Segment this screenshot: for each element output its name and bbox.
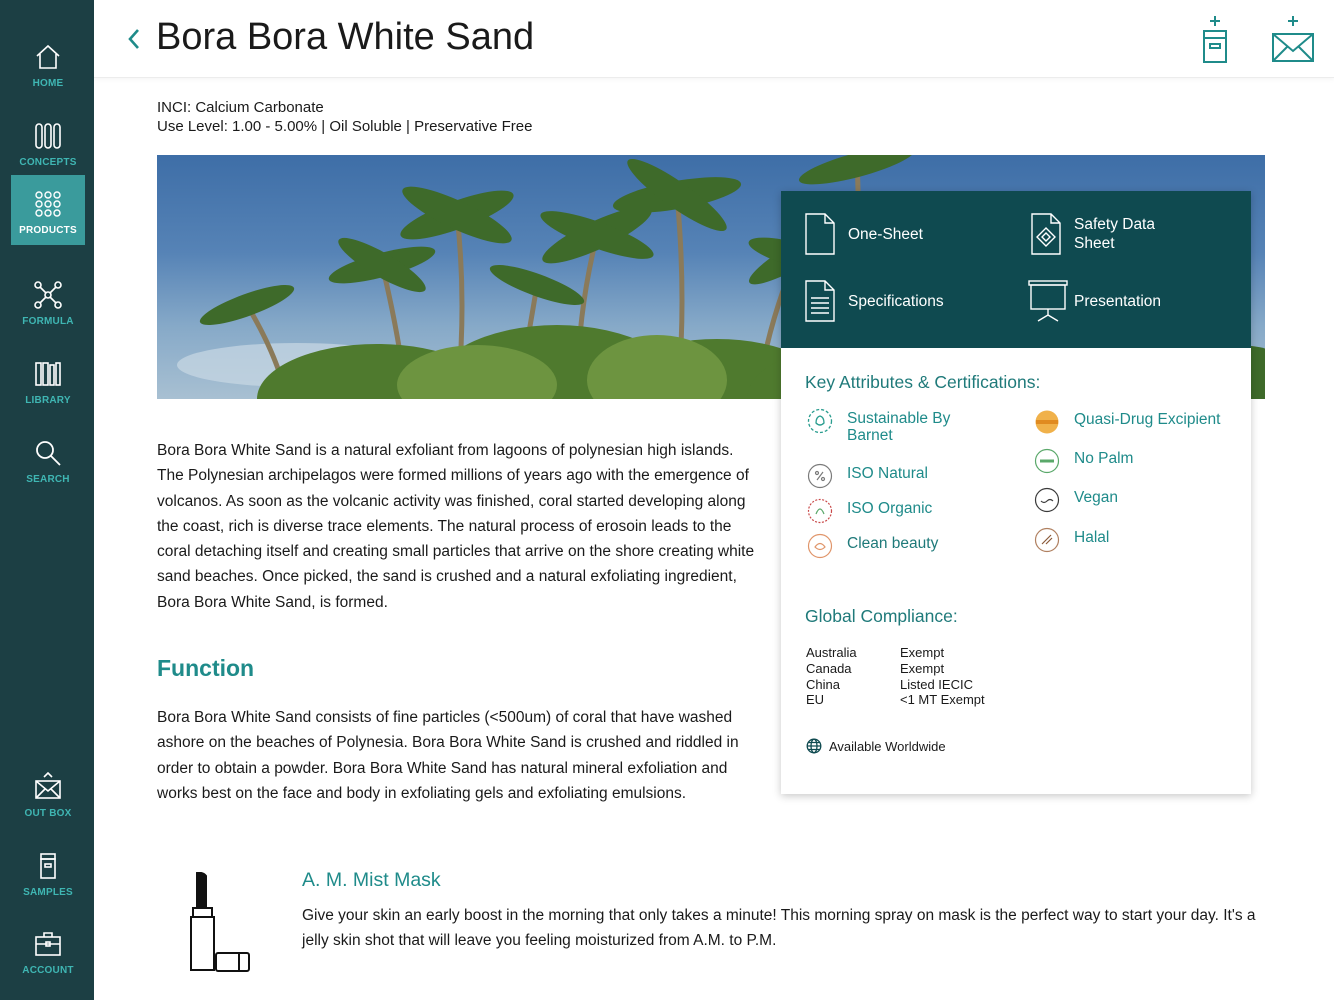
sidebar: HOME CONCEPTS PRODUCTS FORMULA LIBRARY S… bbox=[0, 0, 94, 1000]
attribute-label: Halal bbox=[1074, 529, 1110, 546]
sustainable-badge-icon bbox=[807, 408, 833, 434]
attribute-label: Clean beauty bbox=[847, 535, 939, 552]
attribute-clean-beauty: Clean beauty bbox=[807, 533, 938, 559]
nav-outbox[interactable]: OUT BOX bbox=[11, 758, 85, 828]
doc-label: Specifications bbox=[848, 292, 944, 310]
back-chevron-icon[interactable] bbox=[122, 22, 146, 56]
doc-one-sheet[interactable]: One-Sheet bbox=[805, 213, 923, 255]
inci-line: INCI: Calcium Carbonate bbox=[157, 99, 324, 116]
nav-label: ACCOUNT bbox=[22, 965, 74, 976]
nav-library[interactable]: LIBRARY bbox=[11, 345, 85, 415]
products-icon bbox=[35, 191, 61, 217]
samples-icon bbox=[40, 853, 56, 879]
nav-concepts[interactable]: CONCEPTS bbox=[11, 107, 85, 177]
document-icon bbox=[805, 213, 835, 255]
function-heading: Function bbox=[157, 655, 255, 681]
attribute-iso-organic: ISO Organic bbox=[807, 498, 932, 524]
compliance-country: Australia bbox=[806, 645, 857, 660]
attribute-iso-natural: ISO Natural bbox=[807, 463, 928, 489]
doc-specifications[interactable]: Specifications bbox=[805, 280, 944, 322]
compliance-country: Canada bbox=[806, 660, 852, 676]
compliance-heading: Global Compliance: bbox=[805, 606, 958, 626]
concepts-icon bbox=[35, 123, 61, 149]
compliance-status: Listed IECIC bbox=[900, 676, 973, 692]
nav-label: PRODUCTS bbox=[19, 225, 77, 236]
concept-title[interactable]: A. M. Mist Mask bbox=[302, 869, 441, 892]
attribute-sustainable: Sustainable By Barnet bbox=[807, 408, 977, 444]
function-text: Bora Bora White Sand consists of fine pa… bbox=[157, 709, 739, 802]
nav-label: CONCEPTS bbox=[19, 157, 77, 168]
available-worldwide: Available Worldwide bbox=[806, 738, 946, 754]
clean-beauty-badge-icon bbox=[807, 533, 833, 559]
doc-safety-data-sheet[interactable]: Safety Data Sheet bbox=[1031, 213, 1194, 255]
compliance-status: <1 MT Exempt bbox=[900, 692, 985, 708]
safety-data-sheet-icon bbox=[1031, 213, 1061, 255]
account-icon bbox=[35, 932, 61, 956]
doc-presentation[interactable]: Presentation bbox=[1028, 280, 1161, 322]
attribute-quasi-drug: Quasi-Drug Excipient bbox=[1034, 409, 1220, 435]
doc-label: Safety Data Sheet bbox=[1074, 216, 1155, 252]
attribute-label: ISO Organic bbox=[847, 500, 933, 517]
product-inci-info: INCI: Calcium Carbonate Use Level: 1.00 … bbox=[157, 98, 532, 136]
add-to-outbox-icon[interactable] bbox=[1270, 14, 1316, 64]
header: Bora Bora White Sand bbox=[94, 0, 1334, 78]
specifications-icon bbox=[805, 280, 835, 322]
compliance-country: China bbox=[806, 676, 840, 692]
compliance-row: China Listed IECIC bbox=[806, 677, 985, 693]
compliance-country: EU bbox=[806, 692, 825, 708]
nav-home[interactable]: HOME bbox=[11, 28, 85, 98]
nav-search[interactable]: SEARCH bbox=[11, 424, 85, 494]
home-icon bbox=[36, 44, 60, 69]
nav-label: HOME bbox=[32, 78, 64, 89]
attribute-label: Sustainable By Barnet bbox=[847, 410, 951, 444]
worldwide-label: Available Worldwide bbox=[829, 738, 946, 754]
nav-label: LIBRARY bbox=[25, 395, 71, 406]
doc-label: Presentation bbox=[1074, 292, 1162, 310]
globe-icon bbox=[806, 738, 822, 754]
nav-label: SAMPLES bbox=[23, 887, 73, 898]
nav-label: FORMULA bbox=[22, 316, 74, 327]
attribute-label: Quasi-Drug Excipient bbox=[1074, 411, 1221, 428]
nav-label: SEARCH bbox=[26, 474, 70, 485]
iso-organic-badge-icon bbox=[807, 498, 833, 524]
compliance-status: Exempt bbox=[900, 660, 945, 676]
nav-products[interactable]: PRODUCTS bbox=[11, 175, 85, 245]
nav-account[interactable]: ACCOUNT bbox=[11, 915, 85, 985]
formula-icon bbox=[34, 281, 62, 309]
no-palm-badge-icon bbox=[1034, 448, 1060, 474]
nav-label: OUT BOX bbox=[24, 808, 72, 819]
page-title: Bora Bora White Sand bbox=[156, 16, 535, 58]
outbox-icon bbox=[35, 772, 61, 799]
presentation-icon bbox=[1028, 280, 1068, 322]
compliance-row: Australia Exempt bbox=[806, 645, 985, 661]
nav-formula[interactable]: FORMULA bbox=[11, 266, 85, 336]
compliance-row: EU <1 MT Exempt bbox=[806, 692, 985, 708]
attribute-label: ISO Natural bbox=[847, 465, 928, 482]
attribute-no-palm: No Palm bbox=[1034, 448, 1133, 474]
compliance-table: Australia Exempt Canada Exempt China Lis… bbox=[806, 645, 985, 708]
library-icon bbox=[35, 362, 61, 386]
nav-samples[interactable]: SAMPLES bbox=[11, 837, 85, 907]
attribute-vegan: Vegan bbox=[1034, 487, 1118, 513]
compliance-row: Canada Exempt bbox=[806, 661, 985, 677]
attribute-halal: Halal bbox=[1034, 527, 1109, 553]
documents-section: One-Sheet Safety Data Sheet Specificatio… bbox=[781, 191, 1251, 348]
attribute-label: Vegan bbox=[1074, 489, 1118, 506]
search-icon bbox=[36, 441, 61, 466]
doc-label: One-Sheet bbox=[848, 225, 923, 243]
attribute-label: No Palm bbox=[1074, 450, 1134, 467]
vegan-badge-icon bbox=[1034, 487, 1060, 513]
lipstick-icon bbox=[190, 872, 250, 972]
concept-description: Give your skin an early boost in the mor… bbox=[302, 907, 1256, 950]
attributes-heading: Key Attributes & Certifications: bbox=[805, 372, 1041, 392]
iso-natural-badge-icon bbox=[807, 463, 833, 489]
product-description: Bora Bora White Sand is a natural exfoli… bbox=[157, 442, 755, 611]
use-level-line: Use Level: 1.00 - 5.00% | Oil Soluble | … bbox=[157, 118, 533, 135]
halal-badge-icon bbox=[1034, 527, 1060, 553]
product-info-panel: One-Sheet Safety Data Sheet Specificatio… bbox=[781, 191, 1251, 794]
add-sample-icon[interactable] bbox=[1196, 14, 1234, 64]
quasi-drug-badge-icon bbox=[1035, 410, 1059, 434]
compliance-status: Exempt bbox=[900, 645, 945, 660]
